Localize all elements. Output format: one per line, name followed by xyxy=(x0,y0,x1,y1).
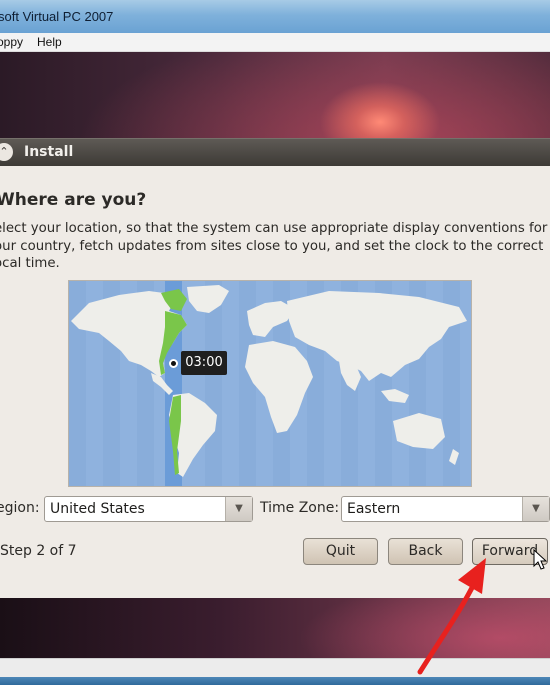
chevron-down-icon[interactable]: ▼ xyxy=(522,497,549,521)
window-titlebar: soft Virtual PC 2007 xyxy=(0,0,550,34)
installer-header-bar: ⌃ Install xyxy=(0,138,550,167)
world-map-graphic xyxy=(69,281,471,486)
menu-bar: oppy Help xyxy=(0,33,550,52)
description-line: elect your location, so that the system … xyxy=(0,221,548,236)
timezone-world-map[interactable] xyxy=(68,280,472,487)
taskbar xyxy=(0,677,550,685)
region-select[interactable]: United States ▼ xyxy=(44,496,253,522)
menu-item-floppy[interactable]: oppy xyxy=(0,35,23,49)
window-title: soft Virtual PC 2007 xyxy=(0,9,114,24)
desktop-background-bottom xyxy=(0,598,550,658)
step-indicator: Step 2 of 7 xyxy=(0,543,77,559)
timezone-select[interactable]: Eastern ▼ xyxy=(341,496,550,522)
mouse-cursor-icon xyxy=(533,549,547,570)
desktop-background-top xyxy=(0,52,550,138)
installer-icon: ⌃ xyxy=(0,143,13,161)
region-select-value: United States xyxy=(50,501,145,517)
location-marker[interactable] xyxy=(169,359,178,368)
chevron-down-icon[interactable]: ▼ xyxy=(225,497,252,521)
window-status-bar xyxy=(0,658,550,678)
timezone-time-tooltip: 03:00 xyxy=(181,351,227,375)
region-label: egion: xyxy=(0,500,40,516)
page-description: elect your location, so that the system … xyxy=(0,220,550,273)
installer-title: Install xyxy=(24,144,74,160)
description-line: ocal time. xyxy=(0,256,60,271)
back-button[interactable]: Back xyxy=(388,538,463,565)
timezone-select-value: Eastern xyxy=(347,501,401,517)
quit-button[interactable]: Quit xyxy=(303,538,378,565)
menu-item-help[interactable]: Help xyxy=(37,35,62,49)
timezone-label: Time Zone: xyxy=(260,500,340,516)
installer-panel: Where are you? elect your location, so t… xyxy=(0,166,550,598)
page-heading: Where are you? xyxy=(0,190,147,210)
description-line: our country, fetch updates from sites cl… xyxy=(0,238,544,254)
